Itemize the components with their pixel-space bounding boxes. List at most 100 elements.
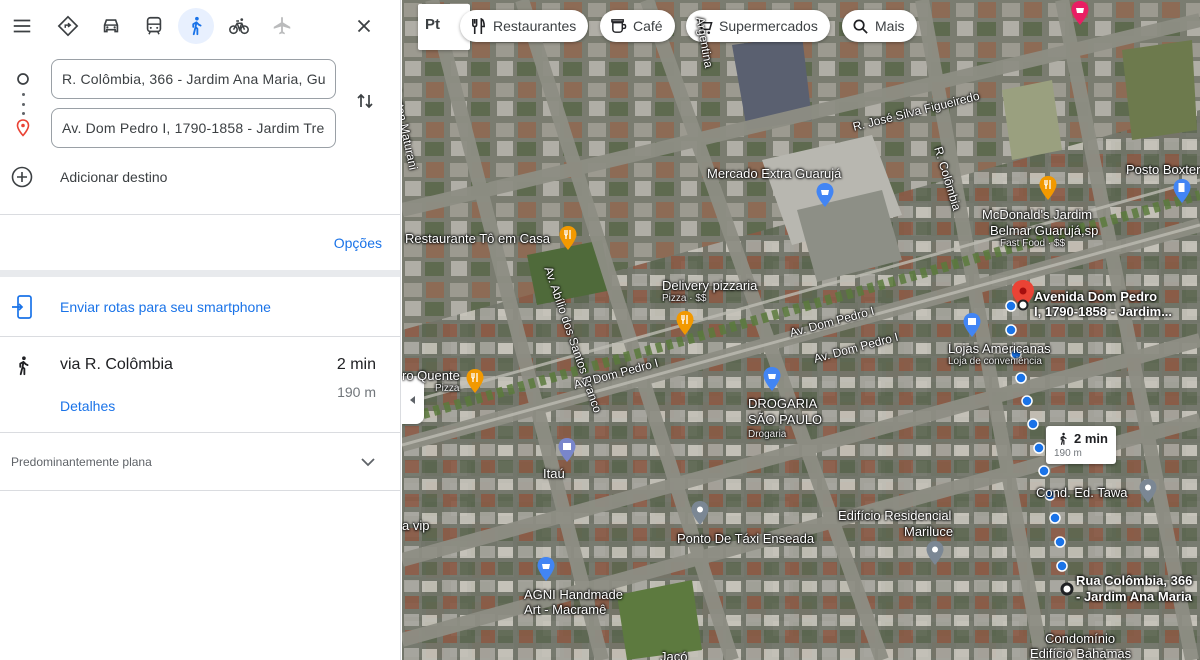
route-duration-bubble[interactable]: 2 min 190 m <box>1046 426 1116 464</box>
place-label[interactable]: Art - Macramê <box>524 603 606 617</box>
origin-label[interactable]: - Jardim Ana Maria <box>1076 590 1192 604</box>
terrain-label: Predominantemente plana <box>11 455 152 469</box>
collapse-panel-button[interactable] <box>402 376 424 424</box>
place-label[interactable]: AGNI Handmade <box>524 588 623 602</box>
place-label[interactable]: Edifício Bahamas <box>1030 647 1131 660</box>
divider <box>0 336 400 337</box>
place-label[interactable]: Edifício Residencial <box>838 509 951 523</box>
divider <box>0 490 400 491</box>
place-label[interactable]: Ponto De Táxi Enseada <box>677 532 814 546</box>
shopping-pin-icon[interactable] <box>815 182 835 208</box>
place-label[interactable]: McDonald's Jardim <box>982 208 1092 222</box>
origin-label[interactable]: Rua Colômbia, 366 <box>1076 574 1192 588</box>
place-label[interactable]: Delivery pizzaria <box>662 279 757 293</box>
walking-icon <box>19 356 29 376</box>
chip-restaurants[interactable]: Restaurantes <box>460 10 589 42</box>
place-label[interactable]: DROGARIA <box>748 397 817 411</box>
place-label[interactable]: Restaurante Tô em Casa <box>405 232 550 246</box>
pharmacy-pin-icon[interactable] <box>762 366 782 392</box>
restaurant-pin-icon[interactable] <box>1038 175 1058 201</box>
destination-pin-icon <box>14 119 32 137</box>
place-label[interactable]: Condomínio <box>1045 632 1115 646</box>
origin-value: R. Colômbia, 366 - Jardim Ana Maria, Gua… <box>62 71 325 87</box>
place-pin-icon[interactable] <box>690 500 710 526</box>
map-view[interactable]: Pt Restaurantes Café Supermercados Mais … <box>402 0 1200 660</box>
walking-icon[interactable] <box>178 8 214 44</box>
origin-circle-icon <box>14 70 32 88</box>
send-to-phone-icon <box>12 295 32 319</box>
destination-value: Av. Dom Pedro I, 1790-1858 - Jardim Tres… <box>62 120 325 136</box>
route-time: 2 min <box>336 356 376 373</box>
divider <box>0 432 400 433</box>
place-category: Drogaria <box>748 429 787 440</box>
terrain-row[interactable]: Predominantemente plana <box>0 434 400 490</box>
place-label[interactable]: Posto Boxter <box>1126 163 1200 177</box>
destination-label[interactable]: I, 1790-1858 - Jardim... <box>1034 305 1172 319</box>
add-circle-icon <box>11 166 33 188</box>
waypoint-dots <box>21 93 25 115</box>
route-option[interactable]: via R. Colômbia 2 min 190 m Detalhes <box>0 338 400 432</box>
shopping-pin-icon[interactable] <box>536 556 556 582</box>
chip-label: Supermercados <box>719 18 818 34</box>
travel-mode-bar <box>0 0 400 52</box>
place-label[interactable]: SÃO PAULO <box>748 413 822 427</box>
add-destination-row[interactable]: Adicionar destino <box>0 162 400 192</box>
place-label[interactable]: Lojas Americanas <box>948 342 1051 356</box>
place-label[interactable]: ro Quente <box>402 369 460 383</box>
place-label[interactable]: Jacó <box>660 650 687 660</box>
add-destination-label: Adicionar destino <box>60 169 168 185</box>
restaurant-pin-icon[interactable] <box>558 225 578 251</box>
section-divider <box>0 270 400 277</box>
chip-label: Restaurantes <box>493 18 577 34</box>
origin-field[interactable]: R. Colômbia, 366 - Jardim Ana Maria, Gua… <box>51 59 336 99</box>
bicycle-icon[interactable] <box>221 8 257 44</box>
fork-knife-icon <box>472 17 485 34</box>
bank-pin-icon[interactable] <box>557 437 577 463</box>
place-pin-icon[interactable] <box>1138 478 1158 504</box>
place-category: Fast Food · $$ <box>1000 238 1066 249</box>
options-button[interactable]: Opções <box>334 235 382 251</box>
send-to-phone-label: Enviar rotas para seu smartphone <box>60 299 271 315</box>
transit-icon[interactable] <box>136 8 172 44</box>
place-label[interactable]: Cond. Ed. Tawa <box>1036 486 1128 500</box>
place-category: Pizza <box>435 383 460 394</box>
restaurant-pin-icon[interactable] <box>675 310 695 336</box>
store-pin-icon[interactable] <box>962 312 982 338</box>
chip-cafe[interactable]: Café <box>600 10 675 42</box>
layers-label: Pt <box>425 16 440 33</box>
place-category: Loja de conveniência <box>948 356 1042 367</box>
divider <box>0 214 400 215</box>
directions-panel: R. Colômbia, 366 - Jardim Ana Maria, Gu a… <box>0 0 401 660</box>
bubble-time: 2 min <box>1074 431 1108 446</box>
restaurant-pin-icon[interactable] <box>465 368 485 394</box>
place-pin-icon[interactable] <box>925 540 945 566</box>
walking-icon <box>1060 432 1067 445</box>
swap-icon[interactable] <box>352 88 378 114</box>
close-icon[interactable] <box>346 8 382 44</box>
place-label[interactable]: Mariluce <box>904 525 953 539</box>
place-label[interactable]: Mercado Extra Guarujá <box>707 167 841 181</box>
details-link[interactable]: Detalhes <box>60 398 115 414</box>
bubble-distance: 190 m <box>1054 448 1082 459</box>
caret-left-icon <box>410 396 415 404</box>
car-icon[interactable] <box>93 8 129 44</box>
send-to-phone-row[interactable]: Enviar rotas para seu smartphone <box>0 280 400 336</box>
shopping-pin-icon[interactable] <box>1070 0 1090 26</box>
place-label[interactable]: a vip <box>402 519 429 533</box>
gas-station-pin-icon[interactable] <box>1172 178 1192 204</box>
route-via: via R. Colômbia <box>60 356 173 373</box>
chip-more[interactable]: Mais <box>842 10 917 42</box>
destination-field[interactable]: Av. Dom Pedro I, 1790-1858 - Jardim Tres… <box>51 108 336 148</box>
flight-icon[interactable] <box>264 8 300 44</box>
place-label[interactable]: Belmar Guarujá,sp <box>990 224 1098 238</box>
place-label[interactable]: Itaú <box>543 467 565 481</box>
destination-label[interactable]: Avenida Dom Pedro <box>1034 290 1157 304</box>
route-distance: 190 m <box>337 384 376 400</box>
menu-icon[interactable] <box>4 8 40 44</box>
chevron-down-icon <box>361 458 375 467</box>
route-inputs: R. Colômbia, 366 - Jardim Ana Maria, Gu a… <box>0 56 400 156</box>
coffee-icon <box>611 18 627 33</box>
chip-label: Mais <box>875 18 905 34</box>
place-category: Pizza · $$ <box>662 293 707 304</box>
best-route-icon[interactable] <box>50 8 86 44</box>
